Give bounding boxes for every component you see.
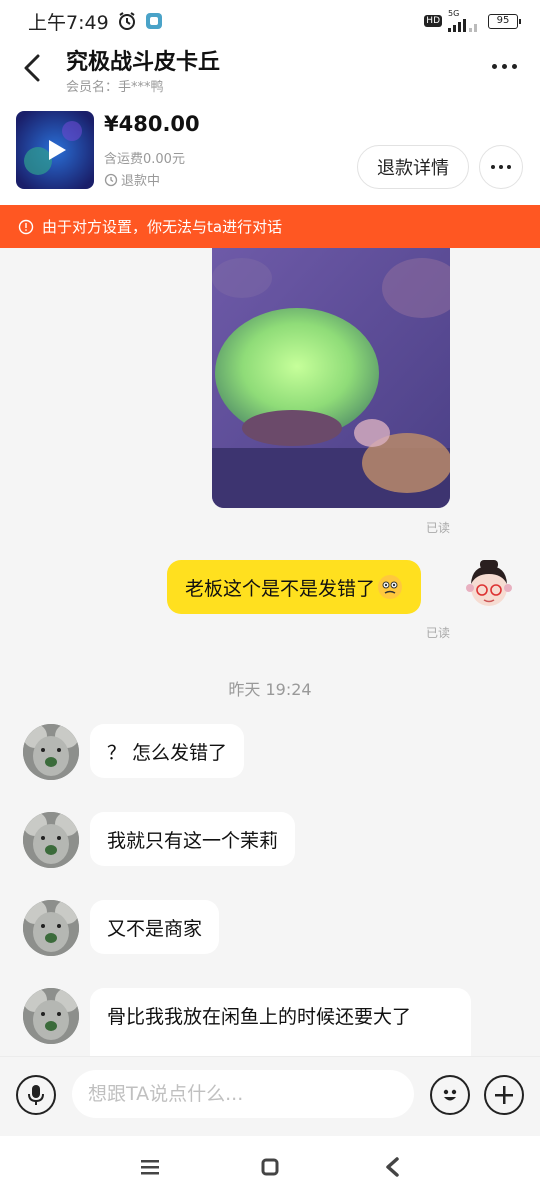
worried-emoji-icon <box>378 575 403 599</box>
read-receipt: 已读 <box>425 626 450 640</box>
order-price: ¥480.00 <box>104 112 200 136</box>
received-message-bubble[interactable]: 又不是商家 <box>90 900 220 954</box>
voice-input-button[interactable] <box>16 1075 56 1115</box>
system-navigation-bar <box>0 1136 540 1200</box>
battery-indicator: 95 <box>488 13 521 29</box>
status-bar: 上午7:49 HD 5G 95 <box>0 0 540 42</box>
seller-avatar[interactable] <box>23 812 79 868</box>
more-dots-icon <box>491 63 497 69</box>
more-dots-icon <box>491 165 495 169</box>
network-type: 5G <box>448 9 460 18</box>
blocked-notice-banner: 由于对方设置，你无法与ta进行对话 <box>0 205 540 248</box>
clock-icon <box>104 173 118 186</box>
smiley-icon <box>443 1089 457 1101</box>
shipping-fee: 含运费0.00元 <box>104 152 185 167</box>
hd-badge: HD <box>424 15 442 27</box>
refund-status: 退款中 <box>104 170 160 189</box>
seller-avatar[interactable] <box>23 988 79 1044</box>
message-input-bar <box>0 1056 540 1136</box>
plus-icon <box>495 1086 513 1104</box>
my-avatar[interactable] <box>462 558 516 614</box>
more-options-button[interactable] <box>486 54 522 78</box>
received-message: 我就只有这一个茉莉 <box>0 812 540 868</box>
refund-details-button[interactable]: 退款详情 <box>357 145 469 189</box>
seller-avatar[interactable] <box>23 724 79 780</box>
sent-message-text: 老板这个是不是发错了 <box>185 577 376 600</box>
message-timestamp: 昨天 19:24 <box>228 680 312 699</box>
alarm-icon <box>118 12 135 30</box>
received-message: 又不是商家 <box>0 900 540 956</box>
menu-icon[interactable] <box>140 1158 160 1176</box>
order-card: ¥480.00 含运费0.00元 退款中 退款详情 <box>0 100 540 205</box>
sent-image-message[interactable] <box>212 248 450 508</box>
home-icon[interactable] <box>261 1158 279 1176</box>
product-video-thumbnail[interactable] <box>16 111 94 189</box>
chat-messages[interactable]: 已读 老板这个是不是发错了 已读 昨天 19:24 ？ 怎么发错了 我就只有这一… <box>0 248 540 1056</box>
back-button[interactable] <box>16 50 48 86</box>
chevron-left-icon <box>24 54 40 82</box>
more-actions-button[interactable] <box>484 1075 524 1115</box>
received-message: 骨比我我放在闲鱼上的时候还要大了 <box>0 988 540 1056</box>
page-title: 究极战斗皮卡丘 <box>66 50 221 75</box>
signal-icon <box>448 19 477 32</box>
received-message-bubble[interactable]: 我就只有这一个茉莉 <box>90 812 296 866</box>
read-receipt: 已读 <box>425 521 450 535</box>
notice-text: 由于对方设置，你无法与ta进行对话 <box>42 218 283 236</box>
back-icon[interactable] <box>383 1156 401 1178</box>
alert-circle-icon <box>18 219 34 234</box>
order-more-button[interactable] <box>479 145 523 189</box>
received-message: ？ 怎么发错了 <box>0 724 540 780</box>
member-name: 会员名：手***鸭 <box>66 80 164 95</box>
received-message-bubble[interactable]: ？ 怎么发错了 <box>90 724 245 778</box>
emoji-button[interactable] <box>430 1075 470 1115</box>
app-notification-icon <box>145 13 162 29</box>
seller-avatar[interactable] <box>23 900 79 956</box>
sent-message-bubble[interactable]: 老板这个是不是发错了 <box>167 560 422 614</box>
refund-status-label: 退款中 <box>121 174 161 189</box>
microphone-icon <box>28 1085 44 1105</box>
message-input[interactable] <box>72 1070 414 1118</box>
chat-header: 究极战斗皮卡丘 会员名：手***鸭 <box>0 42 540 100</box>
received-message-bubble[interactable]: 骨比我我放在闲鱼上的时候还要大了 <box>90 988 471 1056</box>
status-time: 上午7:49 <box>28 11 109 34</box>
